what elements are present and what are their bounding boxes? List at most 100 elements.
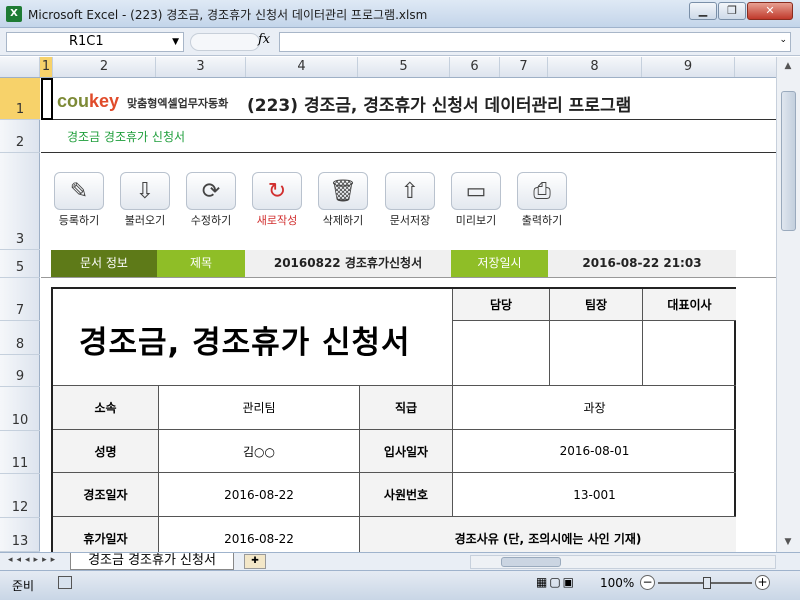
zoom-level[interactable]: 100% — [600, 576, 634, 590]
position-value[interactable]: 과장 — [453, 386, 736, 430]
worksheet-grid[interactable]: coukey 맞춤형엑셀업무자동화 (223) 경조금, 경조휴가 신청서 데이… — [41, 79, 776, 552]
active-cell[interactable] — [41, 78, 53, 120]
column-headers: 1 2 3 4 5 6 7 8 9 — [0, 57, 776, 78]
hire-date-value[interactable]: 2016-08-01 — [453, 430, 736, 473]
vertical-scrollbar[interactable]: ▲ ▼ — [776, 57, 800, 552]
trash-icon: 🗑 — [318, 172, 368, 210]
window-title: Microsoft Excel - (223) 경조금, 경조휴가 신청서 데이… — [28, 8, 428, 22]
zoom-slider[interactable]: − + — [640, 575, 770, 591]
name-box[interactable]: R1C1 ▼ — [6, 32, 184, 52]
expand-formula-icon[interactable]: ⌄ — [779, 35, 787, 45]
column-header[interactable]: 1 — [40, 57, 53, 77]
row-header[interactable]: 10 — [0, 387, 40, 431]
tab-navigation-icons[interactable]: ◂◂◂▸▸▸ — [8, 555, 59, 565]
event-date-label: 경조일자 — [53, 473, 159, 517]
column-header[interactable]: 6 — [450, 57, 500, 77]
row-header[interactable]: 1 — [0, 78, 40, 120]
edit-label: 수정하기 — [190, 214, 232, 227]
row-header[interactable]: 2 — [0, 120, 40, 153]
formula-controls: fx — [190, 32, 278, 52]
new-label: 새로작성 — [256, 214, 298, 227]
saved-time-label: 저장일시 — [451, 250, 548, 277]
divider — [41, 152, 776, 153]
edit-button[interactable]: ⟳ 수정하기 — [182, 172, 240, 228]
vertical-scroll-thumb[interactable] — [781, 91, 796, 231]
position-label: 직급 — [360, 386, 453, 430]
approval-sign-cell[interactable] — [643, 321, 736, 386]
save-label: 문서저장 — [389, 214, 431, 227]
minimize-button[interactable]: ▁ — [689, 2, 717, 20]
name-box-dropdown-icon[interactable]: ▼ — [172, 33, 179, 51]
close-button[interactable]: ✕ — [747, 2, 793, 20]
register-button[interactable]: ✎ 등록하기 — [50, 172, 108, 228]
leave-date-value[interactable]: 2016-08-22 — [159, 517, 360, 552]
select-all-corner[interactable] — [0, 57, 40, 77]
print-button[interactable]: ⎙ 출력하기 — [513, 172, 571, 228]
row-header[interactable]: 8 — [0, 321, 40, 355]
approval-header: 팀장 — [550, 289, 643, 321]
excel-app-icon[interactable]: X — [6, 6, 22, 22]
save-button[interactable]: ⇧ 문서저장 — [381, 172, 439, 228]
zoom-in-icon[interactable]: + — [755, 575, 770, 590]
row-header[interactable]: 12 — [0, 474, 40, 518]
doc-info-row: 문서 정보 제목 20160822 경조휴가신청서 저장일시 2016-08-2… — [51, 250, 736, 277]
saved-time-value[interactable]: 2016-08-22 21:03 — [548, 250, 736, 277]
column-header[interactable]: 7 — [500, 57, 548, 77]
doc-title-label: 제목 — [157, 250, 245, 277]
approval-sign-cell[interactable] — [453, 321, 550, 386]
approval-header: 대표이사 — [643, 289, 736, 321]
pencil-icon: ✎ — [54, 172, 104, 210]
scroll-down-icon[interactable]: ▼ — [777, 537, 799, 547]
approval-header: 담당 — [453, 289, 550, 321]
approval-sign-cell[interactable] — [550, 321, 643, 386]
name-value[interactable]: 김○○ — [159, 430, 360, 473]
column-header[interactable]: 3 — [156, 57, 246, 77]
row-header[interactable]: 5 — [0, 250, 40, 278]
reason-label: 경조사유 (단, 조의시에는 사인 기재) — [360, 517, 736, 552]
column-header[interactable]: 4 — [246, 57, 358, 77]
insert-sheet-icon[interactable]: ✚ — [244, 554, 266, 569]
load-button[interactable]: ⇩ 불러오기 — [116, 172, 174, 228]
new-button[interactable]: ↻ 새로작성 — [248, 172, 306, 228]
row-header[interactable]: 13 — [0, 518, 40, 552]
row-header[interactable]: 11 — [0, 431, 40, 474]
sheet-tab[interactable]: 경조금 경조휴가 신청서 — [70, 553, 234, 570]
view-mode-icons[interactable]: ▦▢▣ — [536, 575, 576, 589]
restore-button[interactable]: ❐ — [718, 2, 746, 20]
delete-label: 삭제하기 — [322, 214, 364, 227]
row-header[interactable]: 7 — [0, 278, 40, 321]
column-header[interactable]: 8 — [548, 57, 642, 77]
formula-input[interactable]: ⌄ — [279, 32, 791, 52]
employee-number-label: 사원번호 — [360, 473, 453, 517]
insert-function-icon[interactable]: fx — [258, 32, 270, 47]
load-label: 불러오기 — [124, 214, 166, 227]
row-headers: 1 2 3 5 7 8 9 10 11 12 13 — [0, 78, 40, 552]
event-date-value[interactable]: 2016-08-22 — [159, 473, 360, 517]
row-header[interactable]: 3 — [0, 153, 40, 250]
row-header[interactable]: 9 — [0, 355, 40, 387]
column-header[interactable]: 2 — [53, 57, 156, 77]
macro-record-icon[interactable] — [58, 576, 72, 589]
reset-icon: ↻ — [252, 172, 302, 210]
formula-buttons[interactable] — [190, 33, 260, 51]
horizontal-scrollbar[interactable] — [470, 555, 776, 569]
affiliation-value[interactable]: 관리팀 — [159, 386, 360, 430]
zoom-knob[interactable] — [703, 577, 711, 589]
monitor-icon: ▭ — [451, 172, 501, 210]
subtitle: 경조금 경조휴가 신청서 — [67, 130, 186, 144]
coukey-logo: coukey — [57, 91, 120, 111]
delete-button[interactable]: 🗑 삭제하기 — [314, 172, 372, 228]
zoom-out-icon[interactable]: − — [640, 575, 655, 590]
application-form: 경조금, 경조휴가 신청서 담당 팀장 대표이사 소속 관리팀 직급 과장 성명… — [51, 287, 736, 552]
scroll-up-icon[interactable]: ▲ — [777, 61, 799, 71]
printer-icon: ⎙ — [517, 172, 567, 210]
column-header[interactable]: 9 — [642, 57, 735, 77]
sheet-tab-bar: ◂◂◂▸▸▸ 경조금 경조휴가 신청서 ✚ — [0, 552, 800, 570]
horizontal-scroll-thumb[interactable] — [501, 557, 561, 567]
column-header[interactable]: 5 — [358, 57, 450, 77]
employee-number-value[interactable]: 13-001 — [453, 473, 736, 517]
status-ready: 준비 — [12, 579, 35, 593]
doc-title-value[interactable]: 20160822 경조휴가신청서 — [245, 250, 451, 277]
preview-button[interactable]: ▭ 미리보기 — [447, 172, 505, 228]
status-bar: 준비 ▦▢▣ 100% − + — [0, 570, 800, 600]
